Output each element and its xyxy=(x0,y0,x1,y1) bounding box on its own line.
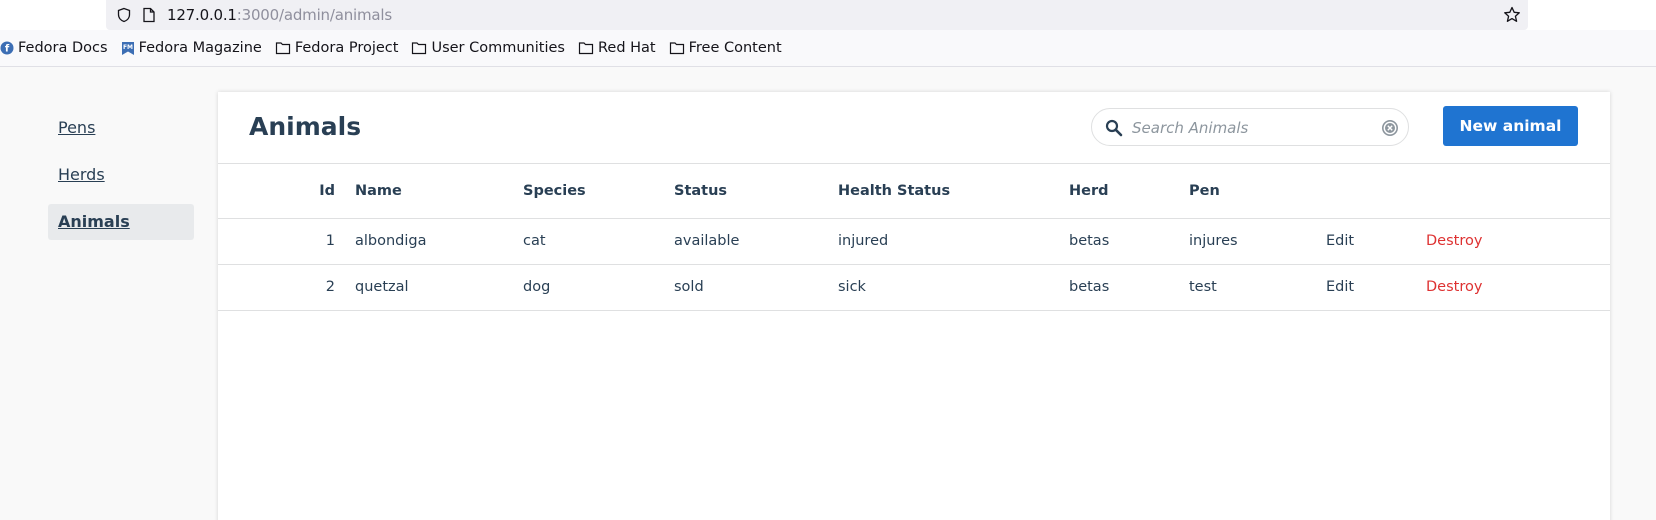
sidebar-item-animals[interactable]: Animals xyxy=(48,204,194,240)
bookmark-label: Fedora Project xyxy=(294,40,399,56)
page-icon xyxy=(143,7,155,23)
url-path: :3000/admin/animals xyxy=(236,6,392,24)
browser-toolbar: 127.0.0.1:3000/admin/animals xyxy=(0,0,1656,30)
cell-species: cat xyxy=(523,218,674,265)
bookmarks-bar: f Fedora Docs FM Fedora Magazine Fedora … xyxy=(0,30,1656,67)
cell-id: 1 xyxy=(218,218,345,265)
folder-icon xyxy=(578,42,594,55)
page-header: Animals New animal xyxy=(218,92,1610,164)
animals-table: Id Name Species Status Health Status Her… xyxy=(218,164,1610,311)
table-row[interactable]: 1 albondiga cat available injured betas … xyxy=(218,218,1610,265)
bookmark-label: Free Content xyxy=(688,40,782,56)
destroy-link[interactable]: Destroy xyxy=(1426,279,1482,295)
column-header-herd[interactable]: Herd xyxy=(1069,164,1189,219)
folder-icon xyxy=(412,42,427,55)
bookmark-label: Fedora Docs xyxy=(18,40,108,56)
edit-link[interactable]: Edit xyxy=(1326,233,1354,249)
column-header-destroy xyxy=(1426,164,1610,219)
column-header-name[interactable]: Name xyxy=(345,164,523,219)
column-header-status[interactable]: Status xyxy=(674,164,838,219)
table-row[interactable]: 2 quetzal dog sold sick betas test Edit … xyxy=(218,264,1610,311)
bookmark-red-hat[interactable]: Red Hat xyxy=(578,30,656,67)
bookmark-star-icon[interactable] xyxy=(1502,5,1522,25)
cell-id: 2 xyxy=(218,264,345,311)
sidebar-item-herds[interactable]: Herds xyxy=(48,157,194,193)
svg-text:FM: FM xyxy=(123,44,133,51)
cell-name: albondiga xyxy=(345,218,523,265)
edit-cell: Edit xyxy=(1326,264,1426,311)
edit-cell: Edit xyxy=(1326,218,1426,265)
new-animal-button[interactable]: New animal xyxy=(1443,106,1578,146)
clear-search-icon[interactable] xyxy=(1381,119,1399,137)
table-header-row: Id Name Species Status Health Status Her… xyxy=(218,164,1610,219)
edit-link[interactable]: Edit xyxy=(1326,279,1354,295)
url-host: 127.0.0.1 xyxy=(167,6,237,24)
fedora-magazine-icon: FM xyxy=(121,41,134,55)
folder-icon xyxy=(669,42,684,55)
shield-icon[interactable] xyxy=(116,7,132,23)
svg-text:f: f xyxy=(5,44,10,55)
bookmark-fedora-magazine[interactable]: FM Fedora Magazine xyxy=(121,30,262,67)
column-header-edit xyxy=(1326,164,1426,219)
column-header-id[interactable]: Id xyxy=(218,164,345,219)
sidebar-nav: Pens Herds Animals xyxy=(48,110,194,251)
destroy-cell: Destroy xyxy=(1426,264,1610,311)
folder-icon xyxy=(275,42,290,55)
column-header-health-status[interactable]: Health Status xyxy=(838,164,1069,219)
bookmark-free-content[interactable]: Free Content xyxy=(669,30,782,67)
bookmark-label: Red Hat xyxy=(597,40,656,56)
cell-status: sold xyxy=(674,264,838,311)
url-text[interactable]: 127.0.0.1:3000/admin/animals xyxy=(167,6,392,24)
sidebar-item-pens[interactable]: Pens xyxy=(48,110,194,146)
column-header-species[interactable]: Species xyxy=(523,164,674,219)
search-icon xyxy=(1105,119,1123,137)
cell-status: available xyxy=(674,218,838,265)
cell-pen: injures xyxy=(1189,218,1326,265)
cell-health-status: sick xyxy=(838,264,1069,311)
cell-species: dog xyxy=(523,264,674,311)
column-header-pen[interactable]: Pen xyxy=(1189,164,1326,219)
url-bar[interactable]: 127.0.0.1:3000/admin/animals xyxy=(106,0,1528,30)
search-input[interactable] xyxy=(1132,116,1372,140)
bookmark-user-communities[interactable]: User Communities xyxy=(411,30,565,67)
bookmark-label: User Communities xyxy=(431,40,565,56)
cell-herd: betas xyxy=(1069,264,1189,311)
search-box xyxy=(1091,108,1409,146)
bookmark-fedora-docs[interactable]: f Fedora Docs xyxy=(0,30,108,67)
bookmark-label: Fedora Magazine xyxy=(138,40,262,56)
destroy-cell: Destroy xyxy=(1426,218,1610,265)
cell-pen: test xyxy=(1189,264,1326,311)
destroy-link[interactable]: Destroy xyxy=(1426,233,1482,249)
cell-health-status: injured xyxy=(838,218,1069,265)
cell-herd: betas xyxy=(1069,218,1189,265)
main-card: Animals New animal Id Name Species Statu… xyxy=(218,92,1610,520)
page-title: Animals xyxy=(249,112,362,141)
cell-name: quetzal xyxy=(345,264,523,311)
fedora-icon: f xyxy=(0,41,14,55)
bookmark-fedora-project[interactable]: Fedora Project xyxy=(275,30,399,67)
